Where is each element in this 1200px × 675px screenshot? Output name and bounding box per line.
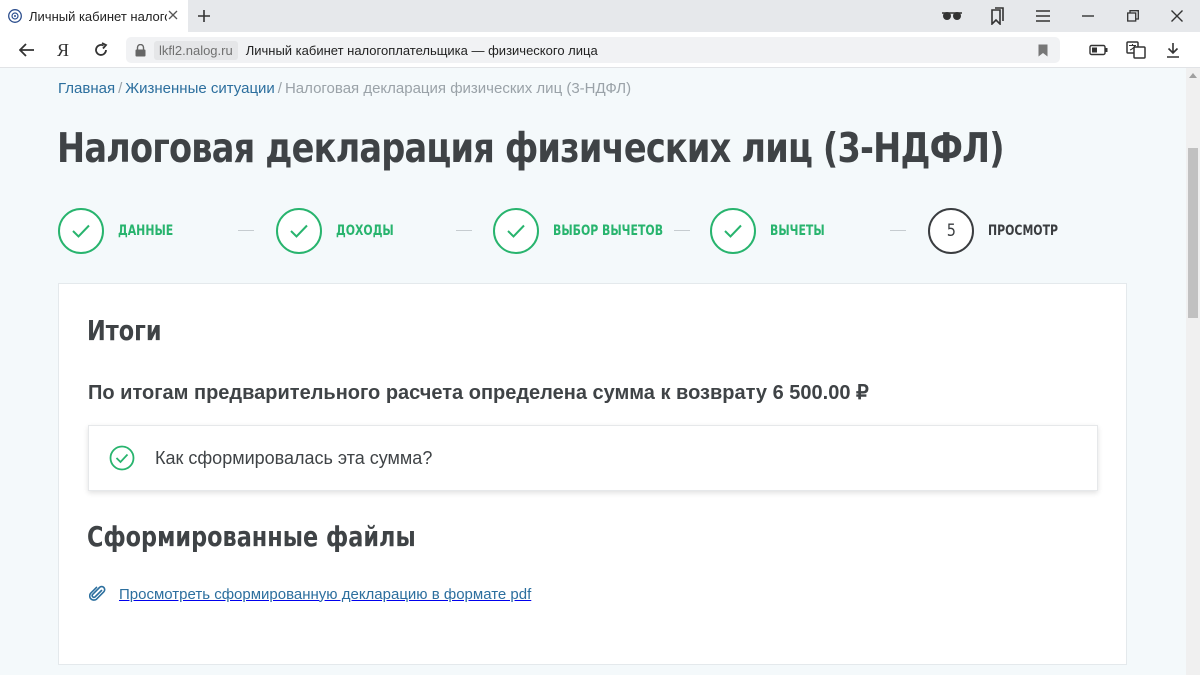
step-separator	[890, 230, 906, 231]
page-content: Главная / Жизненные ситуации / Налоговая дек…	[0, 68, 1186, 675]
step-number: 5	[946, 221, 956, 241]
menu-icon[interactable]	[1032, 6, 1054, 26]
step-label: ВЫЧЕТЫ	[770, 223, 825, 239]
results-heading: Итоги	[87, 314, 162, 347]
checkmark-icon	[276, 208, 322, 254]
back-arrow-icon[interactable]	[16, 39, 38, 61]
step-data[interactable]: ДАННЫЕ	[58, 207, 189, 255]
step-income[interactable]: ДОХОДЫ	[276, 207, 410, 255]
yandex-home-button[interactable]: Я	[52, 39, 74, 61]
breadcrumb-link-life-situations[interactable]: Жизненные ситуации	[125, 80, 275, 97]
step-separator	[456, 230, 472, 231]
step-number-circle: 5	[928, 208, 974, 254]
translate-icon[interactable]	[1125, 39, 1147, 61]
lock-icon[interactable]	[126, 37, 154, 63]
bookmark-icon[interactable]	[1036, 43, 1050, 57]
battery-saver-icon[interactable]	[1088, 39, 1110, 61]
checkmark-icon	[710, 208, 756, 254]
checkmark-icon	[493, 208, 539, 254]
close-tab-icon[interactable]	[165, 7, 181, 23]
address-bar[interactable]: lkfl2.nalog.ru Личный кабинет налогоплат…	[126, 37, 1060, 63]
reload-icon[interactable]	[90, 39, 112, 61]
browser-nav-bar: Я lkfl2.nalog.ru Личный кабинет налогопл…	[0, 32, 1200, 68]
tab-title: Личный кабинет налогоплательщика	[29, 8, 167, 24]
checkmark-icon	[58, 208, 104, 254]
step-label: ДАННЫЕ	[118, 223, 174, 239]
step-separator	[674, 230, 690, 231]
breadcrumb-separator: /	[277, 80, 282, 97]
accordion-label: Как сформировалась эта сумма?	[155, 447, 433, 468]
files-heading: Сформированные файлы	[87, 520, 416, 553]
nalog-favicon-icon	[8, 9, 22, 23]
step-separator	[238, 230, 254, 231]
step-deduction-choice[interactable]: ВЫБОР ВЫЧЕТОВ	[493, 207, 694, 255]
breadcrumb-link-home[interactable]: Главная	[58, 80, 115, 97]
download-icon[interactable]	[1162, 39, 1184, 61]
page-title: Налоговая декларация физических лиц (3-Н…	[57, 124, 1005, 172]
new-tab-icon[interactable]	[194, 6, 214, 26]
minimize-icon[interactable]	[1077, 6, 1099, 26]
check-circle-icon	[109, 445, 135, 471]
breadcrumb-separator: /	[118, 80, 123, 97]
wizard-steps: ДАННЫЕ ДОХОДЫ ВЫБОР ВЫЧЕТОВ ВЫЧЕТЫ 5 ПРО…	[58, 207, 1138, 255]
step-deductions[interactable]: ВЫЧЕТЫ	[710, 207, 840, 255]
page-scrollbar[interactable]	[1186, 68, 1200, 675]
step-label: ДОХОДЫ	[336, 223, 394, 239]
close-window-icon[interactable]	[1166, 6, 1188, 26]
pdf-link-text: Просмотреть сформированную декларацию в …	[119, 585, 532, 603]
refund-summary: По итогам предварительного расчета опред…	[88, 382, 869, 404]
scroll-up-icon[interactable]	[1186, 68, 1200, 82]
scrollbar-thumb[interactable]	[1188, 148, 1198, 318]
breadcrumb: Главная / Жизненные ситуации / Налоговая дек…	[58, 80, 631, 97]
calculation-accordion[interactable]: Как сформировалась эта сумма?	[88, 425, 1098, 491]
glasses-icon[interactable]	[941, 6, 963, 26]
address-page-title: Личный кабинет налогоплательщика — физич…	[245, 42, 598, 58]
browser-tab-bar: Личный кабинет налогоплательщика	[0, 0, 1200, 32]
collections-icon[interactable]	[986, 6, 1008, 26]
paperclip-icon	[88, 584, 108, 604]
step-preview[interactable]: 5 ПРОСМОТР	[928, 207, 1078, 255]
restore-icon[interactable]	[1122, 6, 1144, 26]
domain-chip[interactable]: lkfl2.nalog.ru	[154, 40, 238, 60]
results-card: Итоги По итогам предварительного расчета…	[58, 283, 1127, 665]
pdf-declaration-link[interactable]: Просмотреть сформированную декларацию в …	[88, 584, 531, 604]
browser-tab[interactable]: Личный кабинет налогоплательщика	[0, 0, 188, 32]
breadcrumb-current: Налоговая декларация физических лиц (3-Н…	[284, 80, 632, 97]
step-label: ВЫБОР ВЫЧЕТОВ	[553, 223, 664, 239]
step-label: ПРОСМОТР	[988, 223, 1059, 239]
